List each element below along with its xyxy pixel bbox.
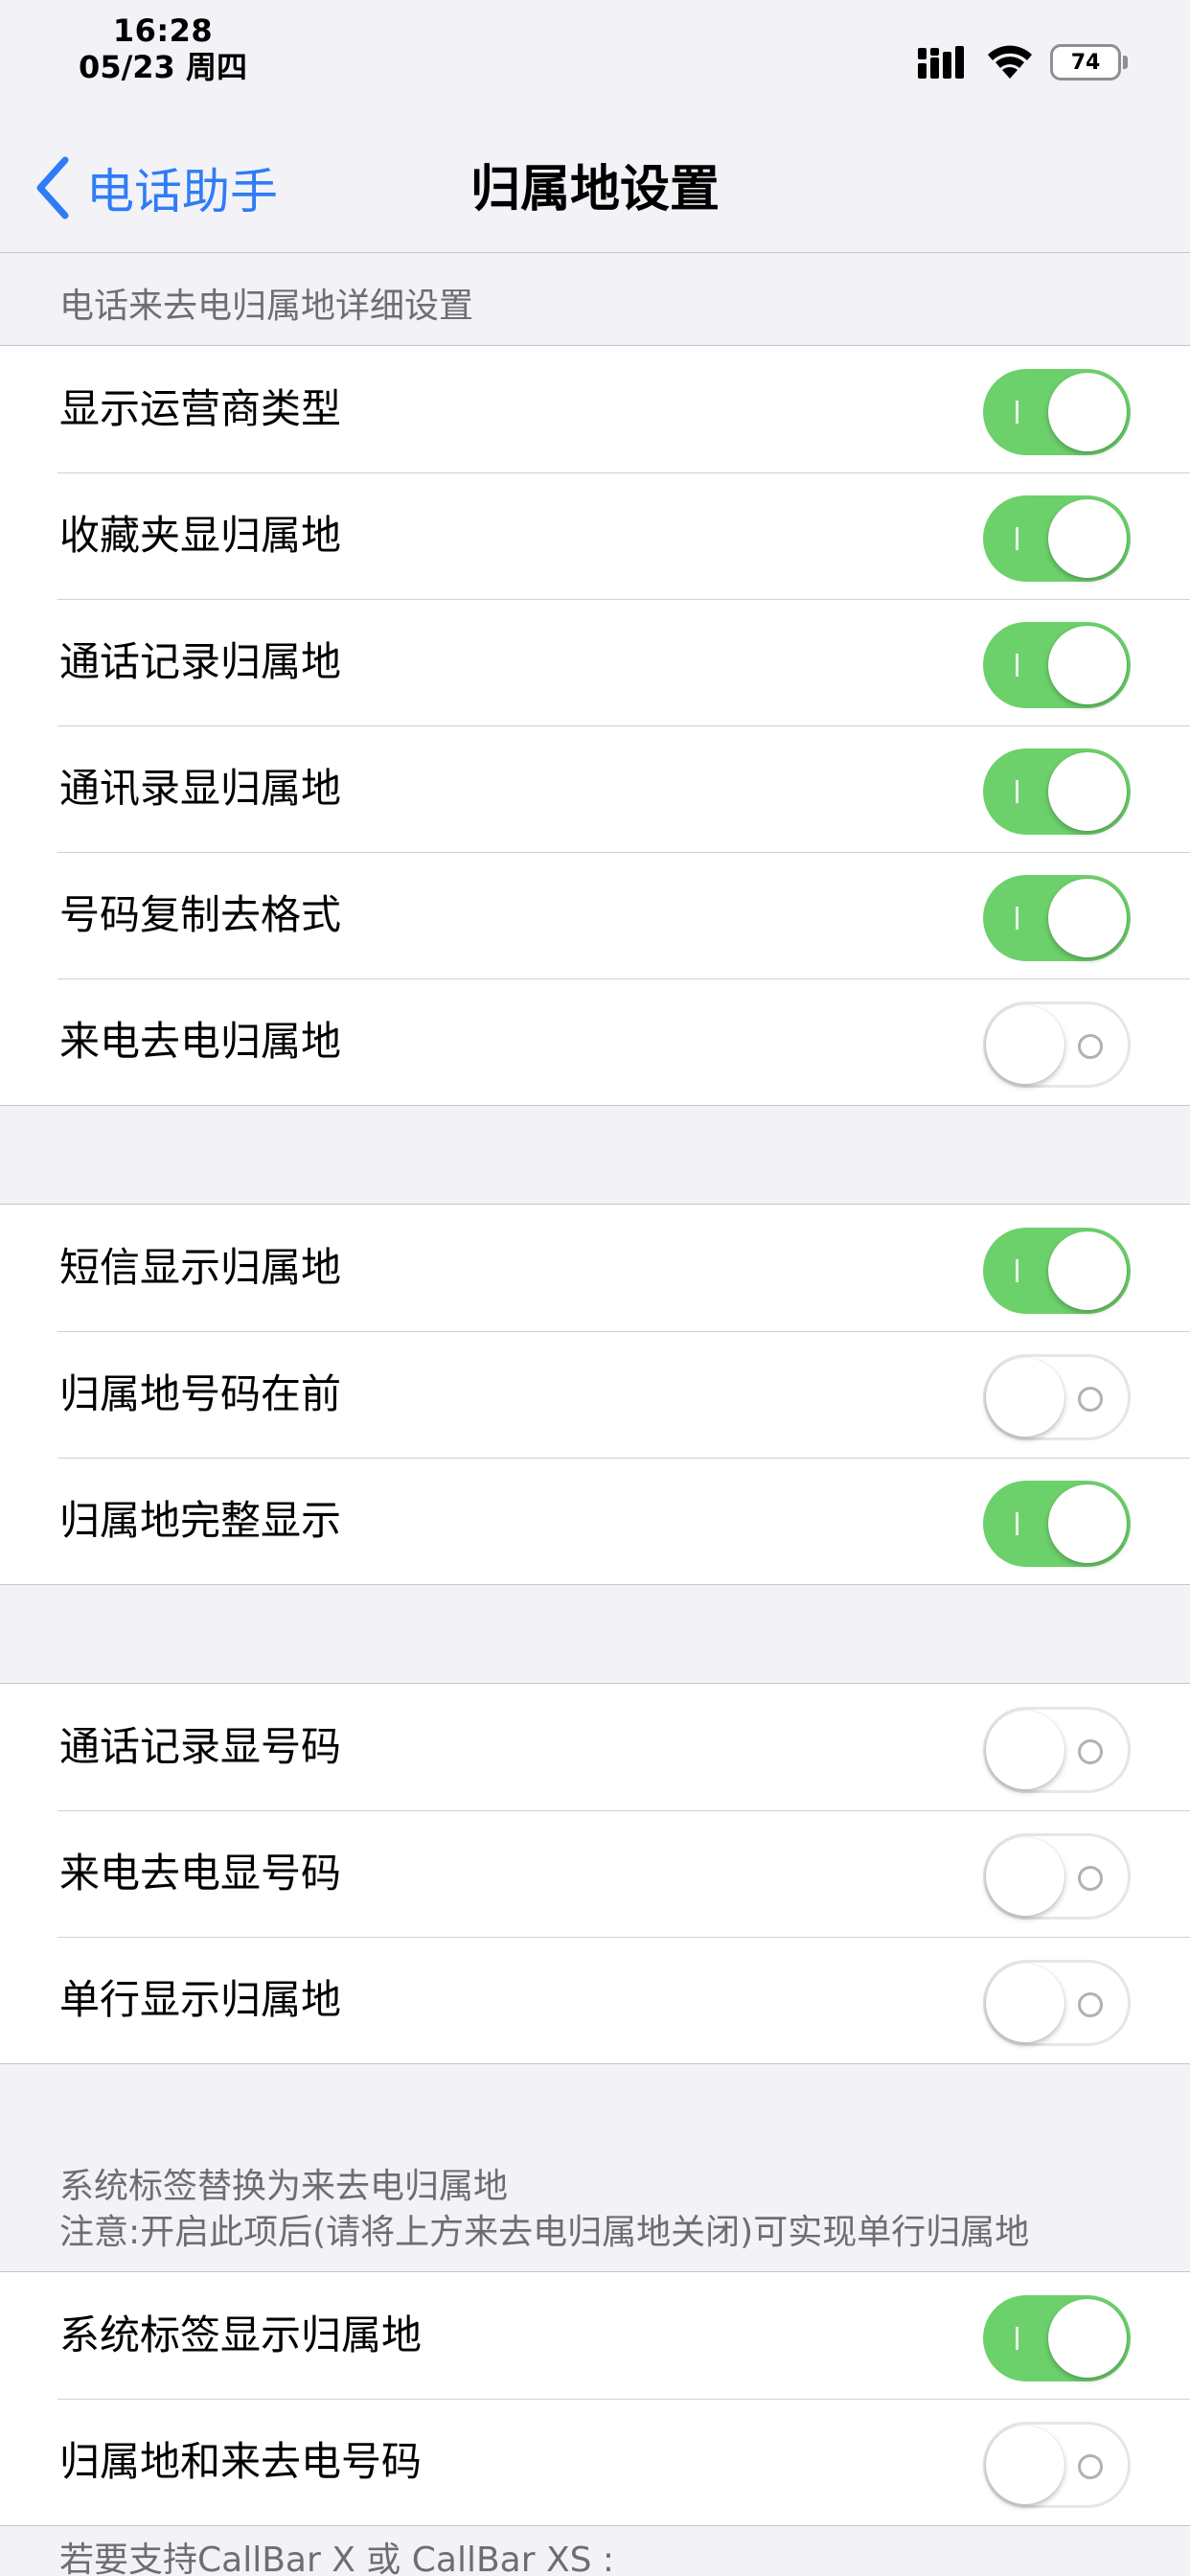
toggle-knob (1048, 373, 1127, 451)
setting-row: 短信显示归属地 (0, 1205, 1190, 1331)
toggle-off-mark (1078, 1034, 1103, 1059)
toggle-on-mark (1016, 527, 1018, 550)
toggle-off-mark (1078, 1866, 1103, 1891)
setting-label: 号码复制去格式 (59, 891, 342, 938)
toggle-switch[interactable] (983, 875, 1131, 961)
setting-label: 通讯录显归属地 (59, 765, 342, 812)
settings-group-4: 系统标签显示归属地 归属地和来去电号码 (0, 2271, 1190, 2526)
cellular-signal-icon (918, 46, 964, 79)
toggle-switch[interactable] (983, 1960, 1131, 2046)
toggle-off-mark (1078, 1387, 1103, 1412)
toggle-switch[interactable] (983, 369, 1131, 455)
setting-label: 通话记录归属地 (59, 638, 342, 685)
setting-label: 系统标签显示归属地 (59, 2312, 423, 2358)
setting-row: 通话记录显号码 (0, 1684, 1190, 1810)
setting-label: 归属地完整显示 (59, 1497, 342, 1544)
setting-label: 通话记录显号码 (59, 1723, 342, 1770)
toggle-knob (986, 1358, 1064, 1437)
setting-row: 归属地完整显示 (0, 1458, 1190, 1584)
toggle-knob (1048, 2299, 1127, 2378)
toggle-knob (1048, 752, 1127, 831)
toggle-off-mark (1078, 1992, 1103, 2017)
setting-row: 单行显示归属地 (0, 1937, 1190, 2063)
toggle-switch[interactable] (983, 2295, 1131, 2381)
toggle-on-mark (1016, 401, 1018, 424)
settings-group-1: 显示运营商类型 收藏夹显归属地 通话记录归属地 通讯录显归属地 号码复制去格式 … (0, 345, 1190, 1106)
toggle-knob (1048, 879, 1127, 957)
navigation-bar: 电话助手 归属地设置 (0, 105, 1190, 253)
setting-row: 来电去电显号码 (0, 1810, 1190, 1937)
toggle-on-mark (1016, 2327, 1018, 2350)
settings-group-3: 通话记录显号码 来电去电显号码 单行显示归属地 (0, 1683, 1190, 2064)
toggle-switch[interactable] (983, 1228, 1131, 1314)
settings-group-2: 短信显示归属地 归属地号码在前 归属地完整显示 (0, 1204, 1190, 1585)
setting-row: 系统标签显示归属地 (0, 2272, 1190, 2399)
setting-label: 来电去电归属地 (59, 1018, 342, 1065)
setting-row: 收藏夹显归属地 (0, 472, 1190, 599)
section-header-details: 电话来去电归属地详细设置 (59, 287, 474, 326)
toggle-on-mark (1016, 780, 1018, 803)
battery-level: 74 (1050, 44, 1121, 80)
setting-row: 通讯录显归属地 (0, 725, 1190, 852)
setting-row: 归属地和来去电号码 (0, 2399, 1190, 2525)
setting-label: 显示运营商类型 (59, 385, 342, 432)
toggle-knob (986, 1711, 1064, 1789)
toggle-switch[interactable] (983, 1707, 1131, 1793)
toggle-on-mark (1016, 654, 1018, 677)
toggle-switch[interactable] (983, 748, 1131, 835)
setting-label: 归属地和来去电号码 (59, 2438, 423, 2485)
setting-row: 显示运营商类型 (0, 346, 1190, 472)
toggle-switch[interactable] (983, 2422, 1131, 2508)
toggle-switch[interactable] (983, 1481, 1131, 1567)
toggle-on-mark (1016, 1259, 1018, 1282)
toggle-knob (986, 1964, 1064, 2042)
setting-label: 收藏夹显归属地 (59, 512, 342, 559)
setting-label: 单行显示归属地 (59, 1976, 342, 2023)
toggle-knob (1048, 499, 1127, 578)
status-bar: 16:28 05/23 周四 74 (0, 0, 1190, 105)
setting-row: 通话记录归属地 (0, 599, 1190, 725)
toggle-switch[interactable] (983, 622, 1131, 708)
toggle-knob (986, 1837, 1064, 1916)
toggle-knob (1048, 1484, 1127, 1563)
setting-row: 归属地号码在前 (0, 1331, 1190, 1458)
toggle-knob (1048, 1231, 1127, 1310)
setting-label: 短信显示归属地 (59, 1244, 342, 1291)
section-header-system-label: 系统标签替换为来去电归属地 (59, 2167, 509, 2206)
status-date: 05/23 周四 (79, 49, 247, 85)
footer-callbar-note: 若要支持CallBar X 或 CallBar XS : (59, 2541, 615, 2576)
status-time: 16:28 (112, 12, 214, 49)
battery-icon: 74 (1050, 44, 1129, 80)
toggle-off-mark (1078, 1739, 1103, 1764)
toggle-knob (986, 1005, 1064, 1084)
page-title: 归属地设置 (469, 161, 720, 218)
toggle-switch[interactable] (983, 495, 1131, 582)
toggle-on-mark (1016, 1512, 1018, 1535)
toggle-on-mark (1016, 907, 1018, 930)
setting-row: 来电去电归属地 (0, 978, 1190, 1105)
toggle-knob (986, 2426, 1064, 2504)
toggle-knob (1048, 626, 1127, 704)
toggle-off-mark (1078, 2454, 1103, 2479)
setting-label: 归属地号码在前 (59, 1370, 342, 1417)
setting-label: 来电去电显号码 (59, 1850, 342, 1897)
section-header-note: 注意:开启此项后(请将上方来去电归属地关闭)可实现单行归属地 (59, 2213, 1030, 2252)
wifi-icon (988, 45, 1032, 79)
toggle-switch[interactable] (983, 1354, 1131, 1440)
toggle-switch[interactable] (983, 1001, 1131, 1088)
toggle-switch[interactable] (983, 1833, 1131, 1920)
setting-row: 号码复制去格式 (0, 852, 1190, 978)
